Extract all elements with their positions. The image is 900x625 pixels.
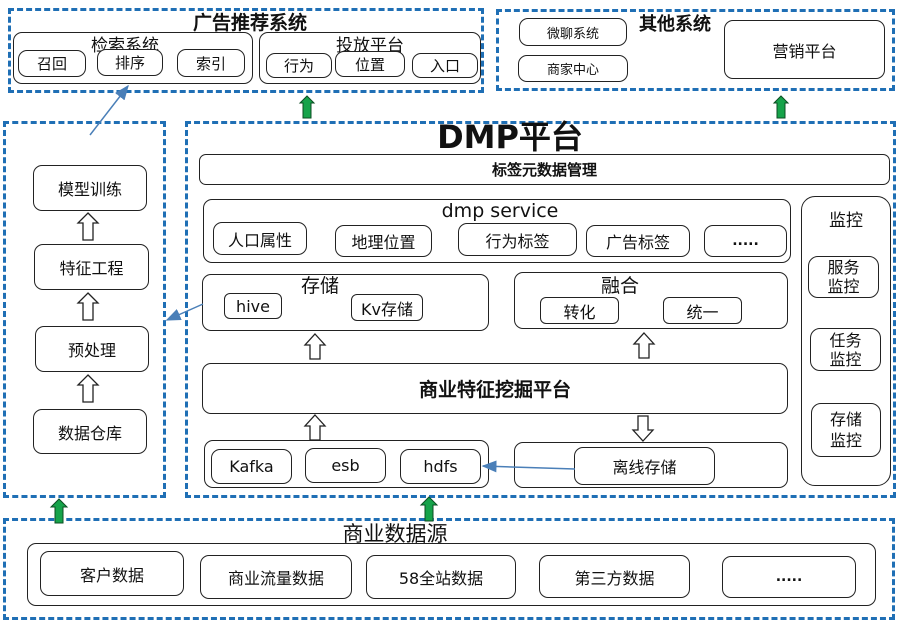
- green-up-arrow: [298, 95, 316, 119]
- dmp-service-title: dmp service: [441, 200, 559, 222]
- service-tag-demographics[interactable]: 人口属性: [213, 222, 307, 255]
- step-preprocessing[interactable]: 预处理: [35, 326, 149, 372]
- ingest-kafka[interactable]: Kafka: [211, 449, 292, 484]
- delivery-item-entry[interactable]: 入口: [412, 53, 478, 78]
- marketing-platform[interactable]: 营销平台: [724, 20, 885, 79]
- ad-system-title: 广告推荐系统: [192, 11, 307, 34]
- monitor-title: 监控: [829, 210, 863, 231]
- storage-hive[interactable]: hive: [224, 293, 282, 319]
- fusion-unify[interactable]: 统一: [663, 297, 742, 324]
- monitor-storage[interactable]: 存储 监控: [811, 403, 881, 457]
- tag-metadata-management[interactable]: 标签元数据管理: [199, 154, 890, 185]
- other-system-wechat[interactable]: 微聊系统: [519, 18, 627, 46]
- ingest-esb[interactable]: esb: [305, 448, 386, 483]
- delivery-item-behavior[interactable]: 行为: [266, 53, 332, 78]
- fusion-convert[interactable]: 转化: [540, 297, 619, 324]
- source-third-party-data[interactable]: 第三方数据: [539, 555, 690, 598]
- storage-title: 存储: [300, 274, 339, 297]
- other-system-merchant-center[interactable]: 商家中心: [518, 55, 628, 82]
- retrieval-item-recall[interactable]: 召回: [18, 50, 86, 77]
- monitor-task[interactable]: 任务 监控: [810, 328, 881, 371]
- source-customer-data[interactable]: 客户数据: [40, 551, 184, 596]
- dmp-title: DMP平台: [437, 118, 583, 156]
- service-tag-ad[interactable]: 广告标签: [586, 225, 690, 257]
- service-tag-more[interactable]: .....: [704, 225, 787, 257]
- step-model-training[interactable]: 模型训练: [33, 165, 147, 211]
- step-feature-engineering[interactable]: 特征工程: [34, 244, 149, 290]
- offline-storage[interactable]: 离线存储: [574, 447, 715, 485]
- source-traffic-data[interactable]: 商业流量数据: [200, 555, 352, 599]
- fusion-title: 融合: [600, 274, 639, 297]
- storage-kv[interactable]: Kv存储: [351, 294, 423, 321]
- business-feature-mining-platform[interactable]: 商业特征挖掘平台: [202, 363, 788, 414]
- retrieval-item-rank[interactable]: 排序: [97, 49, 163, 76]
- green-up-arrow: [772, 95, 790, 119]
- ingest-hdfs[interactable]: hdfs: [400, 449, 481, 484]
- other-systems-title: 其他系统: [639, 14, 711, 35]
- service-tag-geo[interactable]: 地理位置: [335, 225, 432, 257]
- service-tag-behavior[interactable]: 行为标签: [458, 223, 577, 256]
- step-data-warehouse[interactable]: 数据仓库: [33, 409, 147, 454]
- retrieval-item-index[interactable]: 索引: [177, 49, 245, 77]
- monitor-service[interactable]: 服务 监控: [808, 256, 879, 298]
- source-more[interactable]: .....: [722, 556, 856, 598]
- source-58-site-data[interactable]: 58全站数据: [366, 555, 516, 599]
- delivery-item-location[interactable]: 位置: [335, 51, 405, 77]
